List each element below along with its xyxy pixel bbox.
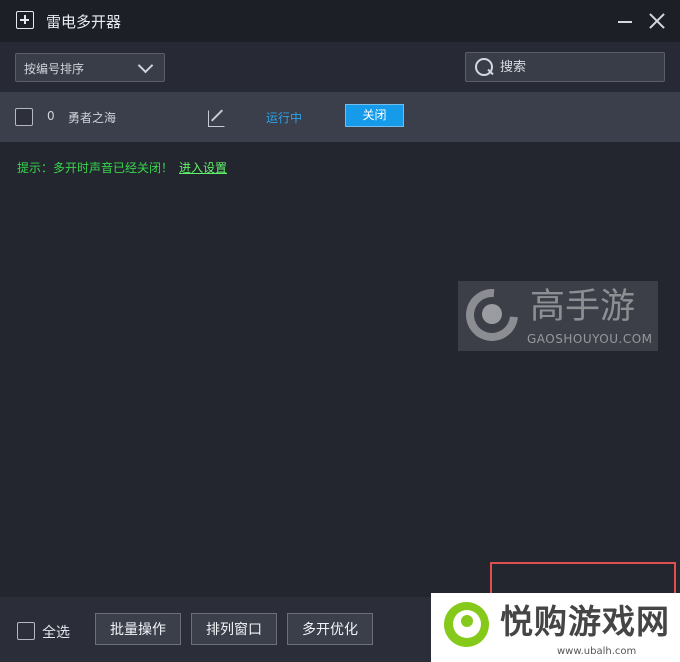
ubalh-watermark: 悦购游戏网 www.ubalh.com [431, 593, 680, 662]
title-bar: 雷电多开器 [0, 0, 680, 42]
gaoshouyou-watermark: 高手游 GAOSHOUYOU.COM [455, 278, 658, 352]
close-instance-button[interactable]: 关闭 [345, 104, 404, 127]
instance-row: 0 勇者之海 运行中 关闭 [0, 92, 680, 142]
search-box[interactable] [465, 52, 665, 82]
gaoshouyou-title: 高手游 [530, 287, 636, 327]
instance-name: 勇者之海 [68, 111, 117, 125]
arrange-windows-button[interactable]: 排列窗口 [191, 613, 277, 645]
window-title: 雷电多开器 [46, 13, 122, 31]
sort-selected-label: 按编号排序 [24, 62, 85, 76]
sort-select[interactable]: 按编号排序 [15, 53, 165, 82]
instance-checkbox[interactable] [15, 108, 33, 126]
close-icon[interactable] [648, 12, 666, 30]
edit-icon[interactable] [208, 108, 226, 127]
instance-index: 0 [47, 109, 55, 123]
toolbar: 按编号排序 [0, 42, 680, 92]
batch-operation-button[interactable]: 批量操作 [95, 613, 181, 645]
settings-link[interactable]: 进入设置 [179, 159, 227, 176]
gaoshouyou-url: GAOSHOUYOU.COM [527, 332, 653, 346]
ubalh-url: www.ubalh.com [557, 646, 637, 657]
minimize-icon[interactable] [616, 12, 634, 30]
search-input[interactable] [500, 58, 650, 76]
chevron-down-icon [137, 57, 154, 74]
gaoshouyou-logo-dot [482, 304, 502, 324]
search-icon [475, 58, 493, 76]
select-all-checkbox[interactable] [17, 622, 35, 640]
ubalh-title: 悦购游戏网 [500, 602, 670, 641]
sound-hint: 提示：多开时声音已经关闭！ [17, 161, 174, 175]
instance-status: 运行中 [266, 111, 303, 125]
select-all-label: 全选 [42, 625, 70, 641]
multi-open-optimize-button[interactable]: 多开优化 [287, 613, 373, 645]
add-window-icon [16, 11, 34, 29]
ubalh-logo-icon [444, 602, 489, 647]
